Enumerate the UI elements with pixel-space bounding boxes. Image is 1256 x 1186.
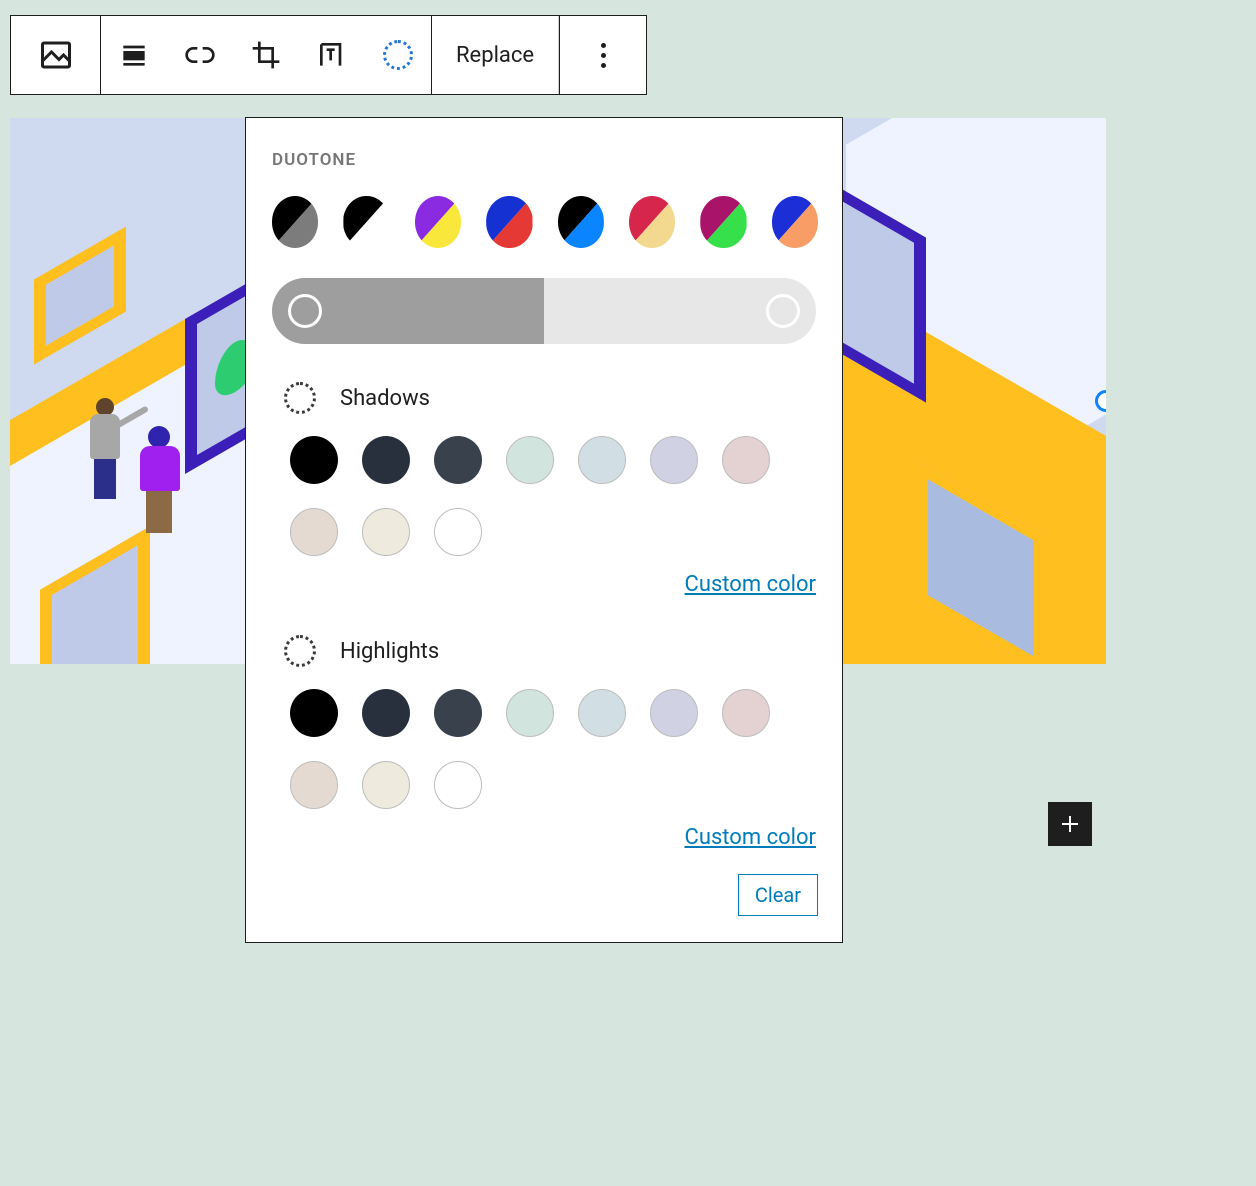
shadows-swatch-8[interactable]	[362, 508, 410, 556]
align-button[interactable]	[101, 16, 167, 94]
crop-icon	[250, 39, 282, 71]
highlights-swatch-5[interactable]	[650, 689, 698, 737]
plus-icon	[1058, 812, 1082, 836]
duotone-preset-5[interactable]	[629, 196, 675, 248]
block-type-image-button[interactable]	[11, 16, 101, 94]
more-options-button[interactable]	[559, 16, 646, 94]
empty-swatch-icon	[284, 382, 316, 414]
replace-button[interactable]: Replace	[431, 16, 559, 94]
highlights-swatch-1[interactable]	[362, 689, 410, 737]
duotone-preset-6[interactable]	[700, 196, 746, 248]
highlights-swatch-4[interactable]	[578, 689, 626, 737]
duotone-popover: Duotone Shadows Custom color Highlights …	[245, 117, 843, 943]
highlights-swatch-0[interactable]	[290, 689, 338, 737]
shadows-swatch-4[interactable]	[578, 436, 626, 484]
duotone-preset-1[interactable]	[343, 196, 389, 248]
add-block-button[interactable]	[1048, 802, 1092, 846]
highlights-swatch-9[interactable]	[434, 761, 482, 809]
replace-label: Replace	[456, 43, 534, 68]
duotone-preset-7[interactable]	[772, 196, 818, 248]
duotone-preset-3[interactable]	[486, 196, 532, 248]
highlights-custom-color-link[interactable]: Custom color	[685, 825, 817, 850]
illustration-person	[140, 426, 178, 533]
shadows-section-header: Shadows	[284, 382, 818, 414]
duotone-preset-row	[270, 196, 818, 248]
duotone-preset-4[interactable]	[558, 196, 604, 248]
align-icon	[118, 39, 150, 71]
highlights-swatch-2[interactable]	[434, 689, 482, 737]
highlights-section-header: Highlights	[284, 635, 818, 667]
shadows-swatch-9[interactable]	[434, 508, 482, 556]
clear-button[interactable]: Clear	[738, 874, 818, 916]
highlights-swatch-6[interactable]	[722, 689, 770, 737]
duotone-toolbar-button[interactable]	[365, 16, 431, 94]
text-overlay-button[interactable]	[299, 16, 365, 94]
highlights-swatch-3[interactable]	[506, 689, 554, 737]
shadows-swatch-grid	[270, 436, 790, 556]
duotone-gradient-bar[interactable]	[272, 278, 816, 344]
shadows-swatch-3[interactable]	[506, 436, 554, 484]
image-icon	[38, 37, 74, 73]
shadows-swatch-7[interactable]	[290, 508, 338, 556]
highlights-swatch-7[interactable]	[290, 761, 338, 809]
shadows-swatch-2[interactable]	[434, 436, 482, 484]
block-toolbar: Replace	[10, 15, 647, 95]
shadows-custom-color-link[interactable]: Custom color	[685, 572, 817, 597]
duotone-icon	[383, 40, 413, 70]
text-overlay-icon	[316, 39, 348, 71]
illustration-person	[90, 398, 122, 498]
duotone-preset-0[interactable]	[272, 196, 318, 248]
shadows-swatch-5[interactable]	[650, 436, 698, 484]
shadows-swatch-6[interactable]	[722, 436, 770, 484]
highlights-swatch-8[interactable]	[362, 761, 410, 809]
highlights-swatch-grid	[270, 689, 790, 809]
duotone-title: Duotone	[272, 150, 818, 170]
empty-swatch-icon	[284, 635, 316, 667]
link-button[interactable]	[167, 16, 233, 94]
duotone-preset-2[interactable]	[415, 196, 461, 248]
kebab-icon	[601, 43, 606, 68]
shadows-label: Shadows	[340, 386, 430, 411]
shadows-swatch-1[interactable]	[362, 436, 410, 484]
shadows-swatch-0[interactable]	[290, 436, 338, 484]
crop-button[interactable]	[233, 16, 299, 94]
link-icon	[184, 39, 216, 71]
highlights-label: Highlights	[340, 639, 439, 664]
gradient-highlight-handle[interactable]	[766, 294, 800, 328]
gradient-shadow-handle[interactable]	[288, 294, 322, 328]
